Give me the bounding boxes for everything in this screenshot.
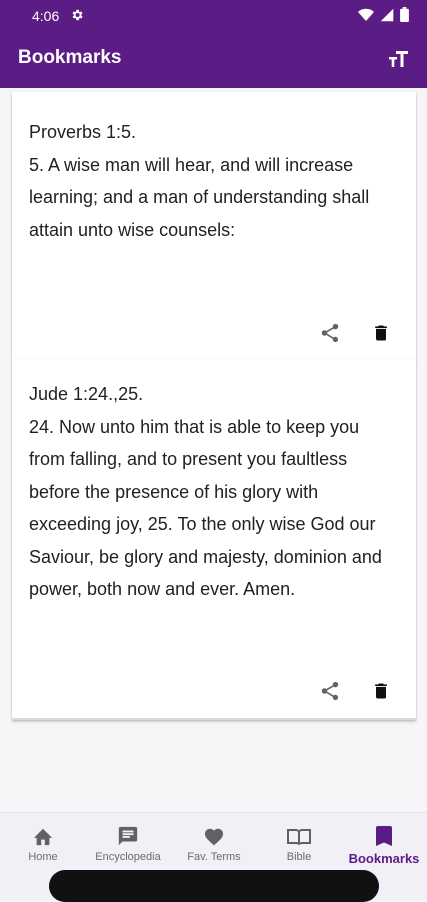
nav-label: Encyclopedia bbox=[95, 851, 161, 863]
nav-label: Home bbox=[28, 851, 58, 863]
trash-icon bbox=[371, 680, 391, 707]
status-bar: 4:06 bbox=[0, 0, 427, 32]
home-icon bbox=[32, 825, 54, 847]
book-icon bbox=[286, 825, 312, 847]
heart-icon bbox=[203, 825, 225, 847]
text-size-icon bbox=[388, 48, 410, 73]
bookmark-text: 5. A wise man will hear, and will increa… bbox=[29, 154, 375, 240]
bookmark-reference: Jude 1:24.,25. bbox=[29, 384, 144, 404]
nav-item-fav-terms[interactable]: Fav. Terms bbox=[178, 813, 250, 873]
bookmark-card: Jude 1:24.,25. 24. Now unto him that is … bbox=[12, 360, 416, 720]
bookmark-text: 24. Now unto him that is able to keep yo… bbox=[29, 416, 387, 600]
nav-item-home[interactable]: Home bbox=[14, 813, 72, 873]
bookmark-card: Proverbs 1:5. 5. A wise man will hear, a… bbox=[12, 92, 416, 362]
battery-icon bbox=[400, 7, 409, 27]
status-icons bbox=[358, 7, 409, 27]
nav-label: Fav. Terms bbox=[187, 851, 241, 863]
chat-icon bbox=[117, 825, 139, 847]
wifi-icon bbox=[358, 8, 374, 27]
bookmark-icon bbox=[376, 825, 392, 847]
app-bar: Bookmarks bbox=[0, 32, 427, 88]
bottom-navigation: Home Encyclopedia Fav. Terms Bible Bookm… bbox=[0, 812, 427, 873]
share-button[interactable] bbox=[315, 678, 345, 708]
signal-icon bbox=[380, 8, 394, 27]
share-icon bbox=[319, 680, 341, 707]
nav-label: Bookmarks bbox=[348, 851, 420, 866]
bookmark-verse: Proverbs 1:5. 5. A wise man will hear, a… bbox=[29, 116, 398, 246]
bookmark-verse: Jude 1:24.,25. 24. Now unto him that is … bbox=[29, 378, 398, 606]
status-time: 4:06 bbox=[32, 8, 60, 24]
nav-item-bookmarks[interactable]: Bookmarks bbox=[342, 813, 426, 873]
share-icon bbox=[319, 322, 341, 349]
delete-button[interactable] bbox=[366, 320, 396, 350]
trash-icon bbox=[371, 322, 391, 349]
gesture-bar bbox=[48, 870, 379, 902]
page-title: Bookmarks bbox=[18, 47, 122, 68]
bookmark-reference: Proverbs 1:5. bbox=[29, 122, 137, 142]
nav-item-encyclopedia[interactable]: Encyclopedia bbox=[85, 813, 171, 873]
nav-label: Bible bbox=[286, 851, 312, 863]
text-size-button[interactable] bbox=[385, 46, 413, 74]
settings-gear-icon bbox=[70, 8, 84, 25]
nav-item-bible[interactable]: Bible bbox=[270, 813, 328, 873]
delete-button[interactable] bbox=[366, 678, 396, 708]
gesture-area bbox=[0, 870, 427, 902]
bookmarks-list: Proverbs 1:5. 5. A wise man will hear, a… bbox=[0, 88, 427, 812]
share-button[interactable] bbox=[315, 320, 345, 350]
